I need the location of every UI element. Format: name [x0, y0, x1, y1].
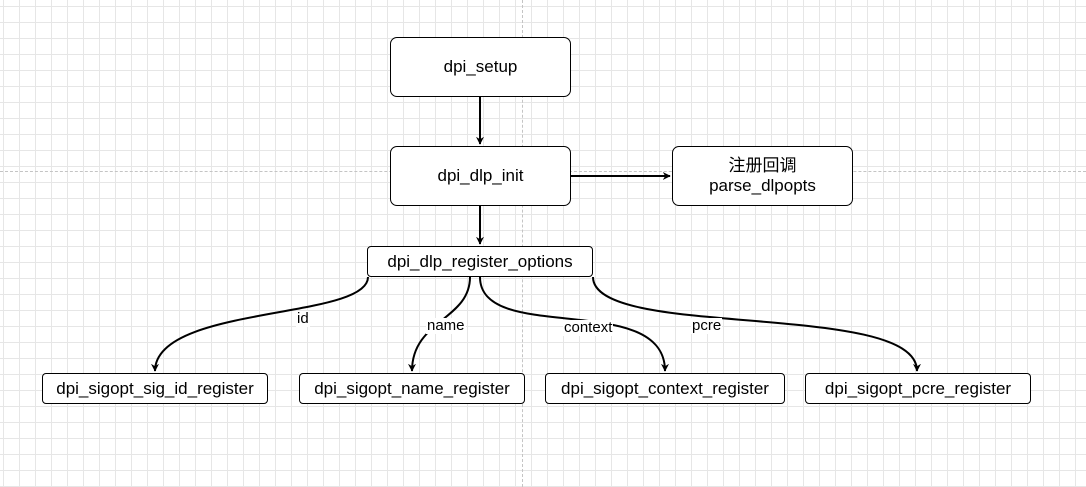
node-sigopt-context-register: dpi_sigopt_context_register	[545, 373, 785, 404]
node-label: dpi_dlp_register_options	[387, 251, 573, 271]
diagram-canvas: dpi_setup dpi_dlp_init 注册回调 parse_dlpopt…	[0, 0, 1086, 487]
node-label-line2: parse_dlpopts	[709, 176, 816, 195]
node-dpi-dlp-init: dpi_dlp_init	[390, 146, 571, 206]
node-dpi-dlp-register-options: dpi_dlp_register_options	[367, 246, 593, 277]
node-dpi-setup: dpi_setup	[390, 37, 571, 97]
edge-label-pcre: pcre	[691, 317, 723, 334]
node-label: dpi_sigopt_sig_id_register	[56, 378, 254, 398]
edge-label-id: id	[296, 310, 310, 327]
node-sigopt-sig-id-register: dpi_sigopt_sig_id_register	[42, 373, 268, 404]
node-sigopt-name-register: dpi_sigopt_name_register	[299, 373, 525, 404]
node-register-callback: 注册回调 parse_dlpopts	[672, 146, 853, 206]
node-label-line1: 注册回调	[728, 156, 797, 175]
node-label: dpi_dlp_init	[437, 166, 524, 185]
edge-id	[151, 276, 369, 372]
edge-label-name: name	[426, 317, 466, 334]
node-sigopt-pcre-register: dpi_sigopt_pcre_register	[805, 373, 1031, 404]
edge-pcre	[592, 276, 921, 372]
node-label: dpi_setup	[443, 57, 518, 76]
node-label: dpi_sigopt_name_register	[314, 378, 510, 398]
node-label: dpi_sigopt_context_register	[561, 378, 769, 398]
node-label: dpi_sigopt_pcre_register	[824, 378, 1012, 398]
edge-label-context: context	[563, 319, 614, 336]
